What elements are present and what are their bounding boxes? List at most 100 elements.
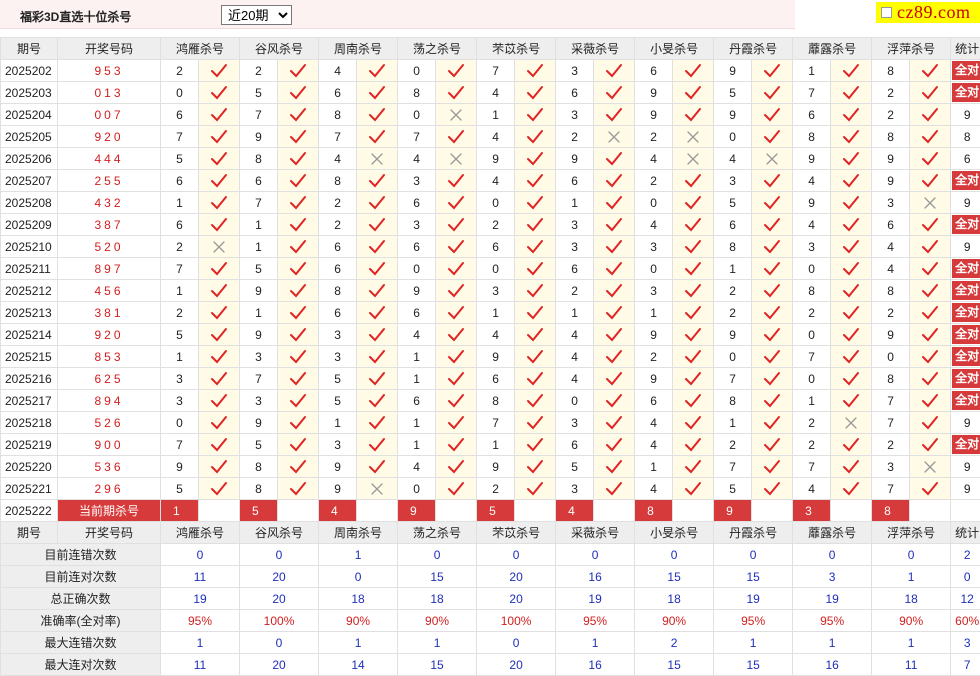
kill-number-cell: 6 <box>872 214 910 236</box>
period-cell: 2025215 <box>1 346 58 368</box>
check-icon <box>289 239 307 255</box>
result-mark-cell <box>673 390 714 412</box>
stats-value: 0 <box>477 544 556 566</box>
draw-number-cell: 853 <box>58 346 161 368</box>
result-mark-cell <box>673 456 714 478</box>
result-mark-cell <box>278 346 319 368</box>
stat-cell: 全对 <box>951 258 980 280</box>
period-cell: 2025206 <box>1 148 58 170</box>
check-icon <box>842 437 860 453</box>
kill-number-cell: 3 <box>635 280 673 302</box>
check-icon <box>684 349 702 365</box>
period-cell: 2025216 <box>1 368 58 390</box>
current-kill-blank <box>752 500 793 522</box>
draw-number-cell: 007 <box>58 104 161 126</box>
check-icon <box>921 63 939 79</box>
kill-number-cell: 4 <box>398 456 436 478</box>
check-icon <box>447 481 465 497</box>
stats-value: 14 <box>319 654 398 676</box>
brand-link[interactable]: cz89.com <box>897 2 970 23</box>
result-mark-cell <box>278 82 319 104</box>
kill-number-cell: 1 <box>793 390 831 412</box>
check-icon <box>605 173 623 189</box>
check-icon <box>289 349 307 365</box>
check-icon <box>526 239 544 255</box>
check-icon <box>763 129 781 145</box>
result-mark-cell <box>357 456 398 478</box>
result-mark-cell <box>199 60 240 82</box>
stats-value: 18 <box>635 588 714 610</box>
result-mark-cell <box>436 192 477 214</box>
check-icon <box>605 107 623 123</box>
kill-number-cell: 7 <box>714 368 752 390</box>
kill-number-cell: 0 <box>793 368 831 390</box>
check-icon <box>605 393 623 409</box>
col-header-expert: 采薇杀号 <box>556 522 635 544</box>
check-icon <box>447 63 465 79</box>
period-select[interactable]: 近20期 <box>221 5 292 25</box>
draw-number-cell: 897 <box>58 258 161 280</box>
stats-label: 最大连对次数 <box>1 654 161 676</box>
check-icon <box>684 239 702 255</box>
check-icon <box>921 173 939 189</box>
kill-number-cell: 9 <box>872 148 910 170</box>
current-kill-number: 3 <box>793 500 831 522</box>
kill-number-cell: 6 <box>793 104 831 126</box>
stats-value: 16 <box>793 654 872 676</box>
result-mark-cell <box>515 478 556 500</box>
check-icon <box>605 261 623 277</box>
brand-badge[interactable]: cz89.com <box>876 2 980 23</box>
result-mark-cell <box>594 346 635 368</box>
period-cell: 2025212 <box>1 280 58 302</box>
kill-number-cell: 6 <box>398 236 436 258</box>
kill-number-cell: 3 <box>319 324 357 346</box>
kill-number-cell: 5 <box>240 434 278 456</box>
result-mark-cell <box>357 126 398 148</box>
check-icon <box>842 107 860 123</box>
check-icon <box>605 327 623 343</box>
check-icon <box>210 305 228 321</box>
check-icon <box>289 393 307 409</box>
stats-value: 0 <box>635 544 714 566</box>
kill-number-cell: 7 <box>872 390 910 412</box>
kill-number-cell: 0 <box>793 324 831 346</box>
kill-number-cell: 2 <box>793 412 831 434</box>
kill-number-cell: 9 <box>477 346 515 368</box>
table-header-row: 期号开奖号码鸿雁杀号谷风杀号周南杀号荡之杀号芣苡杀号采薇杀号小旻杀号丹霞杀号蘼露… <box>1 38 980 60</box>
result-mark-cell <box>357 412 398 434</box>
cross-icon <box>368 481 386 497</box>
check-icon <box>526 481 544 497</box>
check-icon <box>921 107 939 123</box>
kill-number-cell: 5 <box>319 368 357 390</box>
table-row: 20252118977560060104全对 <box>1 258 980 280</box>
result-mark-cell <box>831 104 872 126</box>
stats-value: 18 <box>872 588 951 610</box>
check-icon <box>684 261 702 277</box>
kill-number-cell: 1 <box>556 302 594 324</box>
kill-number-cell: 3 <box>793 236 831 258</box>
kill-number-cell: 7 <box>714 456 752 478</box>
draw-number-cell: 894 <box>58 390 161 412</box>
result-mark-cell <box>673 434 714 456</box>
result-mark-cell <box>199 346 240 368</box>
stats-value: 100% <box>477 610 556 632</box>
kill-number-cell: 4 <box>477 126 515 148</box>
check-icon <box>763 459 781 475</box>
result-mark-cell <box>910 346 951 368</box>
kill-number-cell: 4 <box>556 324 594 346</box>
table-row: 20252124561989323288全对 <box>1 280 980 302</box>
col-header-expert: 谷风杀号 <box>240 38 319 60</box>
current-kill-blank <box>910 500 951 522</box>
check-icon <box>921 349 939 365</box>
stats-value: 0 <box>793 544 872 566</box>
result-mark-cell <box>752 280 793 302</box>
kill-number-cell: 9 <box>477 148 515 170</box>
result-mark-cell <box>436 368 477 390</box>
check-icon <box>842 371 860 387</box>
result-mark-cell <box>831 236 872 258</box>
kill-number-cell: 5 <box>714 478 752 500</box>
stats-label: 总正确次数 <box>1 588 161 610</box>
kill-number-cell: 3 <box>714 170 752 192</box>
check-icon <box>289 305 307 321</box>
check-icon <box>526 195 544 211</box>
